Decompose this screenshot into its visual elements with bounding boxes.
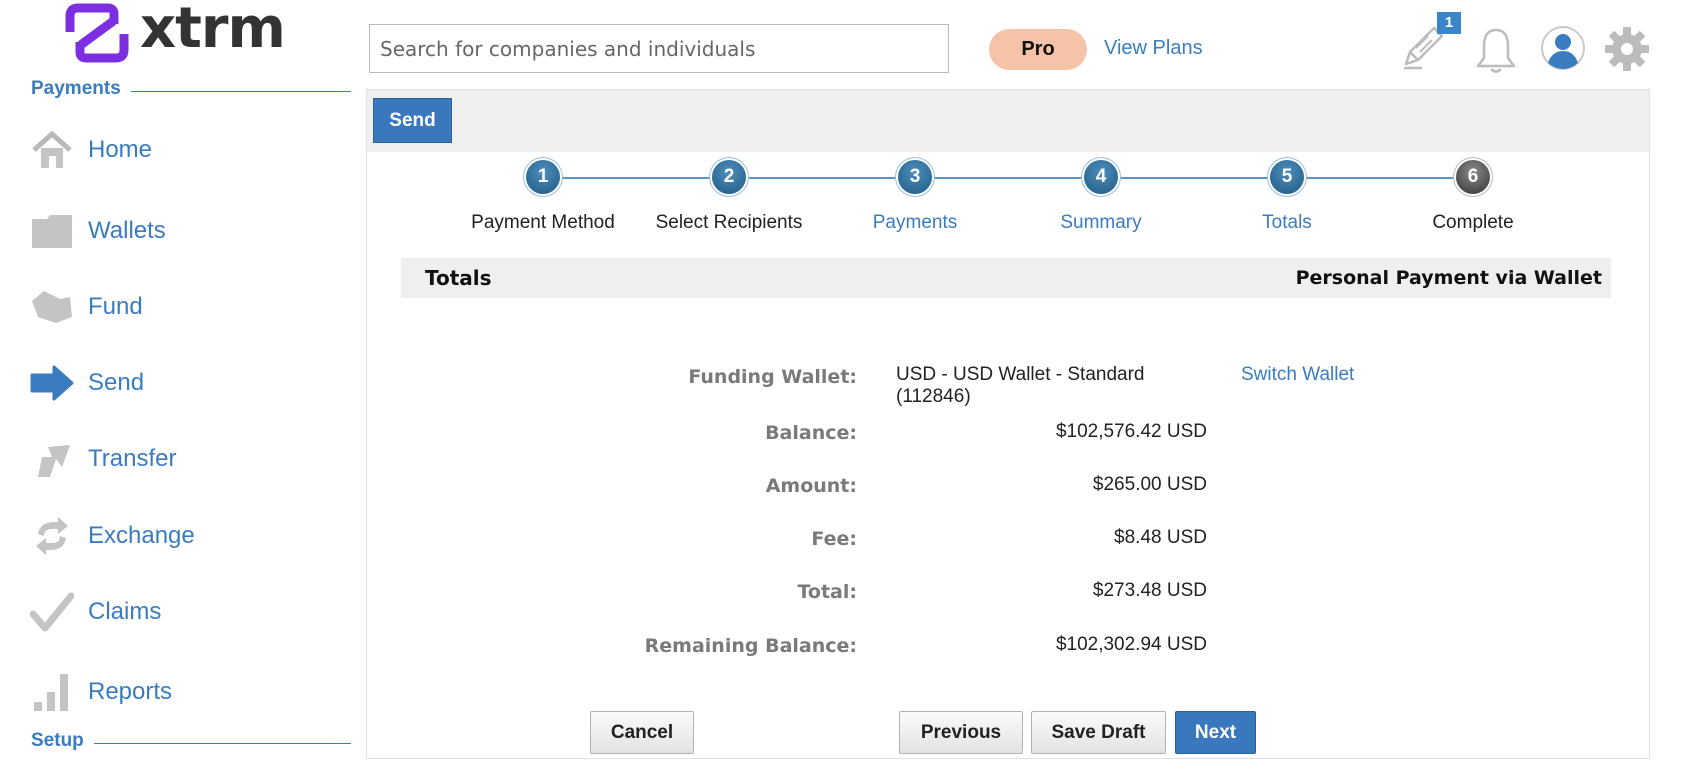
setup-section-heading: Setup — [31, 730, 351, 752]
next-button[interactable]: Next — [1175, 711, 1256, 754]
send-arrow-icon — [30, 361, 74, 405]
pro-plan-badge[interactable]: Pro — [989, 29, 1087, 70]
view-plans-link[interactable]: View Plans — [1104, 37, 1203, 60]
sidebar-item-transfer[interactable]: Transfer — [30, 434, 176, 484]
sidebar-item-label: Fund — [88, 293, 143, 320]
previous-button[interactable]: Previous — [899, 711, 1023, 754]
section-title: Totals — [425, 266, 492, 290]
sidebar-item-label: Send — [88, 369, 145, 396]
step-label: Payments — [872, 212, 958, 233]
step-payment-method[interactable]: 1 Payment Method — [450, 152, 636, 234]
sidebar-item-label: Claims — [88, 598, 162, 625]
sidebar-item-label: Transfer — [88, 445, 177, 472]
gear-icon[interactable] — [1604, 26, 1650, 72]
send-tab[interactable]: Send — [373, 98, 452, 143]
brand-name: xtrm — [140, 0, 286, 61]
setup-heading-label: Setup — [31, 730, 84, 751]
folder-icon — [30, 209, 74, 253]
section-divider — [93, 742, 351, 744]
funding-wallet-label: Funding Wallet: — [688, 366, 857, 388]
balance-value: $102,576.42 USD — [1055, 421, 1207, 442]
save-draft-button[interactable]: Save Draft — [1031, 711, 1166, 754]
funding-wallet-value: USD - USD Wallet - Standard (112846) — [896, 364, 1176, 408]
checkmark-icon — [30, 590, 74, 634]
step-complete: 6 Complete — [1380, 152, 1566, 234]
total-label: Total: — [797, 581, 857, 603]
fee-value: $8.48 USD — [1114, 527, 1207, 548]
transfer-icon — [30, 437, 74, 481]
step-label: Select Recipients — [655, 212, 803, 233]
amount-label: Amount: — [765, 475, 857, 497]
exchange-icon — [30, 514, 74, 558]
balance-label: Balance: — [765, 422, 857, 444]
funding-wallet-id: (112846) — [896, 386, 971, 407]
sidebar-item-exchange[interactable]: Exchange — [30, 511, 195, 561]
step-label: Payment Method — [471, 212, 615, 233]
step-select-recipients[interactable]: 2 Select Recipients — [636, 152, 822, 234]
send-panel: Send 1 Payment Method 2 Select Recipient… — [366, 89, 1650, 759]
remaining-balance-value: $102,302.94 USD — [1055, 634, 1207, 655]
payments-heading-label: Payments — [31, 78, 121, 99]
step-number: 2 — [712, 160, 746, 194]
total-value: $273.48 USD — [1092, 580, 1207, 601]
search-input[interactable] — [369, 24, 949, 73]
step-totals[interactable]: 5 Totals — [1194, 152, 1380, 234]
bar-chart-icon — [30, 670, 74, 714]
avatar[interactable] — [1540, 25, 1586, 71]
cancel-button[interactable]: Cancel — [590, 711, 694, 754]
totals-section-header: Totals Personal Payment via Wallet — [401, 258, 1611, 298]
bell-icon[interactable] — [1474, 26, 1518, 74]
section-divider — [130, 90, 351, 92]
notification-count-badge: 1 — [1437, 12, 1461, 34]
remaining-balance-label: Remaining Balance: — [644, 635, 857, 657]
step-summary[interactable]: 4 Summary — [1008, 152, 1194, 234]
sidebar-item-label: Exchange — [88, 522, 195, 549]
fee-label: Fee: — [811, 528, 857, 550]
step-payments[interactable]: 3 Payments — [822, 152, 1008, 234]
sidebar-item-label: Home — [88, 136, 153, 163]
sidebar-item-claims[interactable]: Claims — [30, 587, 161, 637]
step-number: 5 — [1270, 160, 1304, 194]
step-label: Totals — [1262, 212, 1312, 233]
step-label: Complete — [1432, 212, 1514, 233]
sidebar-item-reports[interactable]: Reports — [30, 667, 172, 717]
amount-value: $265.00 USD — [1092, 474, 1207, 495]
step-label: Summary — [1060, 212, 1142, 233]
switch-wallet-link[interactable]: Switch Wallet — [1241, 364, 1354, 386]
payment-type-label: Personal Payment via Wallet — [1295, 267, 1602, 289]
send-tab-bar: Send — [367, 90, 1649, 152]
funding-wallet-name: USD - USD Wallet - Standard — [896, 364, 1145, 385]
step-number: 3 — [898, 160, 932, 194]
step-number: 4 — [1084, 160, 1118, 194]
sidebar-item-home[interactable]: Home — [30, 125, 152, 175]
sidebar-item-label: Reports — [88, 678, 173, 705]
home-icon — [30, 128, 74, 172]
brand-logo[interactable]: xtrm — [62, 0, 302, 64]
fund-icon — [30, 285, 74, 329]
progress-stepper: 1 Payment Method 2 Select Recipients 3 P… — [367, 152, 1649, 252]
step-number: 6 — [1456, 160, 1490, 194]
sidebar-item-fund[interactable]: Fund — [30, 282, 143, 332]
sidebar-item-label: Wallets — [88, 217, 166, 244]
payments-section-heading: Payments — [31, 78, 351, 100]
step-number: 1 — [526, 160, 560, 194]
logo-mark-icon — [65, 3, 129, 63]
sidebar-item-wallets[interactable]: Wallets — [30, 206, 166, 256]
sidebar-item-send[interactable]: Send — [30, 358, 144, 408]
